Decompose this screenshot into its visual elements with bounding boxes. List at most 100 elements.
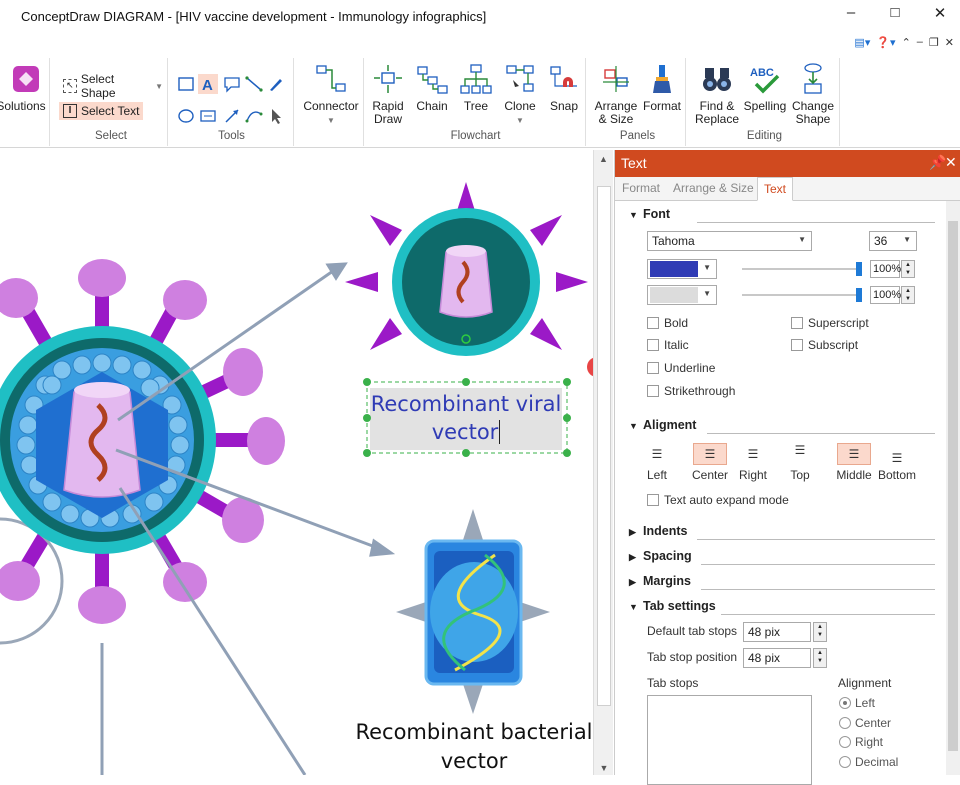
pin-icon[interactable]: 📌	[929, 154, 946, 171]
font-section-header[interactable]: ▼ Font	[629, 207, 670, 221]
text-opacity-spinner[interactable]: ▲ ▼	[901, 260, 915, 278]
checkbox-box[interactable]	[647, 362, 659, 374]
change-shape-button[interactable]: Change Shape	[788, 62, 838, 126]
arrow-tool-icon[interactable]	[222, 106, 242, 126]
underline-checkbox[interactable]: Underline	[647, 361, 715, 375]
doc-minimize-icon[interactable]: –	[917, 36, 923, 48]
curve-tool-icon[interactable]	[244, 106, 264, 126]
clone-button[interactable]: Clone ▼	[498, 62, 542, 127]
layout-icon[interactable]: ▤▾	[854, 36, 870, 49]
align-middle-button[interactable]: ☰ Middle	[832, 443, 876, 482]
align-bottom-button[interactable]: ☰ Bottom	[875, 443, 919, 482]
spacing-section-header[interactable]: ▶ Spacing	[629, 549, 692, 563]
radio-circle[interactable]	[839, 756, 851, 768]
scroll-down-icon[interactable]: ▼	[594, 763, 614, 773]
radio-circle[interactable]	[839, 736, 851, 748]
slider-knob[interactable]	[856, 288, 862, 302]
format-button[interactable]: Format	[640, 62, 684, 113]
font-size-select[interactable]: 36 ▼	[869, 231, 917, 251]
checkbox-box[interactable]	[791, 339, 803, 351]
tab-text[interactable]: Text	[757, 177, 794, 201]
canvas-vertical-scrollbar[interactable]: ▲ ▼	[593, 150, 613, 775]
select-text-button[interactable]: I Select Text	[59, 102, 144, 120]
pen-tool-icon[interactable]	[266, 74, 286, 94]
tab-settings-section-header[interactable]: ▼ Tab settings	[629, 599, 716, 613]
fill-opacity-slider[interactable]	[742, 288, 862, 302]
checkbox-box[interactable]	[647, 339, 659, 351]
text-color-picker[interactable]: ▼	[647, 259, 717, 279]
connector-button[interactable]: Connector ▼	[298, 62, 364, 127]
scroll-up-icon[interactable]: ▲	[594, 150, 613, 164]
align-top-button[interactable]: ☰ Top	[778, 443, 822, 482]
tab-format[interactable]: Format	[622, 181, 660, 195]
tab-stop-position-input[interactable]: 48 pix	[743, 648, 811, 668]
hiv-virus-shape[interactable]	[0, 326, 216, 554]
doc-restore-icon[interactable]: ❐	[929, 36, 939, 49]
align-right-button[interactable]: ☰ Right	[731, 443, 775, 482]
arrange-size-button[interactable]: Arrange & Size	[592, 62, 640, 126]
text-opacity-input[interactable]: 100%	[870, 260, 901, 278]
tree-button[interactable]: Tree	[454, 62, 498, 113]
line-tool-icon[interactable]	[244, 74, 264, 94]
alignment-section-header[interactable]: ▼ Aligment	[629, 418, 696, 432]
help-icon[interactable]: ❓▾	[876, 36, 895, 49]
viral-vector-shape[interactable]	[345, 182, 588, 356]
solutions-button[interactable]: Solutions	[0, 62, 48, 113]
close-button[interactable]: ✕	[925, 4, 955, 26]
align-center-button[interactable]: ☰ Center	[688, 443, 732, 482]
doc-close-icon[interactable]: ✕	[945, 36, 954, 49]
radio-circle[interactable]	[839, 697, 851, 709]
rapid-draw-button[interactable]: Rapid Draw	[366, 62, 410, 126]
pointer-tool-icon[interactable]	[266, 106, 286, 126]
indents-section-header[interactable]: ▶ Indents	[629, 524, 687, 538]
default-tab-stops-input[interactable]: 48 pix	[743, 622, 811, 642]
checkbox-box[interactable]	[647, 385, 659, 397]
strikethrough-checkbox[interactable]: Strikethrough	[647, 384, 735, 398]
subscript-checkbox[interactable]: Subscript	[791, 338, 858, 352]
auto-expand-checkbox[interactable]: Text auto expand mode	[647, 493, 789, 507]
text-opacity-slider[interactable]	[742, 262, 862, 276]
bold-checkbox[interactable]: Bold	[647, 316, 688, 330]
superscript-checkbox[interactable]: Superscript	[791, 316, 869, 330]
checkbox-box[interactable]	[647, 494, 659, 506]
radio-center[interactable]: Center	[839, 716, 891, 730]
font-name-select[interactable]: Tahoma ▼	[647, 231, 812, 251]
fill-opacity-spinner[interactable]: ▲ ▼	[901, 286, 915, 304]
fill-color-picker[interactable]: ▼	[647, 285, 717, 305]
default-tab-stops-spinner[interactable]: ▲ ▼	[813, 622, 827, 642]
fill-opacity-input[interactable]: 100%	[870, 286, 901, 304]
checkbox-box[interactable]	[647, 317, 659, 329]
snap-button[interactable]: Snap	[542, 62, 586, 113]
minimize-button[interactable]: –	[836, 4, 866, 26]
rectangle-tool-icon[interactable]	[176, 74, 196, 94]
slider-knob[interactable]	[856, 262, 862, 276]
collapse-ribbon-icon[interactable]: ⌃	[902, 36, 911, 49]
scroll-thumb[interactable]	[597, 186, 611, 706]
text-tool-icon[interactable]: A	[198, 74, 218, 94]
diagram-canvas[interactable]: Recombinant viral vector Recombinant bac…	[0, 150, 593, 775]
radio-right[interactable]: Right	[839, 735, 883, 749]
italic-checkbox[interactable]: Italic	[647, 338, 689, 352]
textbox-tool-icon[interactable]	[198, 106, 218, 126]
tab-arrange-size[interactable]: Arrange & Size	[673, 181, 754, 195]
margins-section-header[interactable]: ▶ Margins	[629, 574, 691, 588]
spelling-button[interactable]: ABC Spelling	[742, 62, 788, 113]
radio-left[interactable]: Left	[839, 696, 875, 710]
viral-vector-label[interactable]: Recombinant viral vector	[360, 390, 572, 446]
bacterial-vector-label[interactable]: Recombinant bacterial vector	[340, 718, 593, 775]
radio-decimal[interactable]: Decimal	[839, 755, 898, 769]
checkbox-box[interactable]	[791, 317, 803, 329]
ellipse-tool-icon[interactable]	[176, 106, 196, 126]
panel-scroll-thumb[interactable]	[948, 221, 958, 751]
align-left-button[interactable]: ☰ Left	[635, 443, 679, 482]
panel-scrollbar[interactable]	[946, 201, 960, 775]
tab-stop-position-spinner[interactable]: ▲ ▼	[813, 648, 827, 668]
maximize-button[interactable]: □	[880, 4, 910, 26]
select-shape-button[interactable]: ↖ Select Shape ▼	[59, 70, 167, 102]
radio-circle[interactable]	[839, 717, 851, 729]
bacterial-vector-shape[interactable]	[396, 509, 550, 714]
close-panel-icon[interactable]: ✕	[945, 154, 957, 171]
tab-stops-list[interactable]	[647, 695, 812, 785]
chain-button[interactable]: Chain	[410, 62, 454, 113]
find-replace-button[interactable]: Find & Replace	[694, 62, 740, 126]
